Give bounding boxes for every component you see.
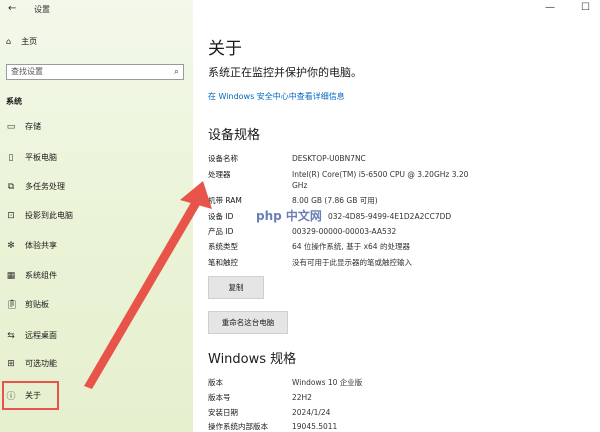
spec-row: 产品 ID 00329-00000-00003-AA532 bbox=[208, 227, 397, 236]
section-label-system: 系统 bbox=[6, 97, 22, 106]
security-center-link[interactable]: 在 Windows 安全中心中查看详细信息 bbox=[208, 91, 345, 102]
sidebar-item-components[interactable]: ▦ 系统组件 bbox=[6, 270, 57, 281]
rename-pc-button[interactable]: 重命名这台电脑 bbox=[208, 311, 288, 334]
shared-experiences-icon: ✻ bbox=[7, 240, 15, 251]
sidebar-item-storage[interactable]: ▭ 存储 bbox=[6, 121, 41, 132]
home-icon: ⌂ bbox=[6, 37, 12, 46]
minimize-button[interactable]: — bbox=[545, 2, 555, 13]
maximize-button[interactable]: ☐ bbox=[581, 2, 590, 13]
spec-row: 笔和触控 没有可用于此显示器的笔或触控输入 bbox=[208, 258, 412, 267]
windows-specs-heading: Windows 规格 bbox=[208, 352, 297, 367]
sidebar-item-label: 存储 bbox=[25, 122, 41, 131]
sidebar: ← 设置 ⌂ 主页 查找设置 ⌕ 系统 ▭ 存储 ▯ 平板电脑 ⧉ 多任务处理 … bbox=[0, 0, 193, 432]
projecting-icon: ⊡ bbox=[7, 210, 15, 221]
app-title: 设置 bbox=[34, 5, 50, 14]
sidebar-item-label: 投影到此电脑 bbox=[25, 211, 73, 220]
search-input[interactable]: 查找设置 ⌕ bbox=[6, 64, 184, 80]
sidebar-item-label: 关于 bbox=[25, 391, 41, 400]
protection-status: 系统正在监控并保护你的电脑。 bbox=[208, 66, 362, 79]
back-arrow-icon[interactable]: ← bbox=[8, 3, 16, 14]
optional-features-icon: ⊞ bbox=[7, 358, 15, 369]
info-icon: ⓘ bbox=[6, 392, 16, 402]
spec-row: 机带 RAM 8.00 GB (7.86 GB 可用) bbox=[208, 196, 378, 205]
sidebar-item-home[interactable]: ⌂ 主页 bbox=[6, 36, 37, 47]
spec-row: 版本 Windows 10 企业版 bbox=[208, 378, 363, 387]
clipboard-icon: 📋︎ bbox=[6, 299, 18, 310]
tablet-icon: ▯ bbox=[8, 152, 14, 163]
main-content: — ☐ 关于 系统正在监控并保护你的电脑。 在 Windows 安全中心中查看详… bbox=[193, 0, 600, 432]
page-title: 关于 bbox=[208, 39, 242, 59]
remote-desktop-icon: ⇆ bbox=[7, 330, 15, 341]
sidebar-item-about[interactable]: ⓘ 关于 bbox=[2, 381, 59, 410]
sidebar-item-label: 平板电脑 bbox=[25, 153, 57, 162]
spec-row: 设备名称 DESKTOP-U0BN7NC bbox=[208, 154, 366, 163]
home-label: 主页 bbox=[21, 37, 38, 46]
sidebar-item-label: 可选功能 bbox=[25, 359, 57, 368]
sidebar-item-label: 体验共享 bbox=[25, 241, 57, 250]
sidebar-item-shared[interactable]: ✻ 体验共享 bbox=[6, 240, 57, 251]
sidebar-item-label: 系统组件 bbox=[25, 271, 57, 280]
sidebar-item-clipboard[interactable]: 📋︎ 剪贴板 bbox=[6, 299, 49, 310]
sidebar-item-label: 剪贴板 bbox=[25, 300, 49, 309]
copy-button[interactable]: 复制 bbox=[208, 276, 264, 299]
device-specs-heading: 设备规格 bbox=[208, 128, 261, 143]
storage-icon: ▭ bbox=[6, 121, 16, 132]
watermark-logo: php 中文网 bbox=[253, 206, 325, 225]
spec-row: 安装日期 2024/1/24 bbox=[208, 408, 331, 417]
sidebar-item-projecting[interactable]: ⊡ 投影到此电脑 bbox=[6, 210, 73, 221]
spec-row: 处理器 Intel(R) Core(TM) i5-6500 CPU @ 3.20… bbox=[208, 170, 469, 190]
search-icon: ⌕ bbox=[173, 67, 179, 77]
sidebar-item-label: 远程桌面 bbox=[25, 331, 57, 340]
sidebar-item-tablet[interactable]: ▯ 平板电脑 bbox=[6, 152, 57, 163]
sidebar-item-optional[interactable]: ⊞ 可选功能 bbox=[6, 358, 57, 369]
spec-row: 系统类型 64 位操作系统, 基于 x64 的处理器 bbox=[208, 242, 410, 251]
search-placeholder: 查找设置 bbox=[11, 67, 43, 76]
spec-row: 版本号 22H2 bbox=[208, 393, 312, 402]
sidebar-item-label: 多任务处理 bbox=[25, 182, 65, 191]
sidebar-item-remote[interactable]: ⇆ 远程桌面 bbox=[6, 330, 57, 341]
sidebar-item-multitasking[interactable]: ⧉ 多任务处理 bbox=[6, 181, 65, 192]
system-components-icon: ▦ bbox=[6, 270, 16, 281]
multitasking-icon: ⧉ bbox=[7, 181, 15, 192]
spec-row: 操作系统内部版本 19045.5011 bbox=[208, 422, 338, 431]
